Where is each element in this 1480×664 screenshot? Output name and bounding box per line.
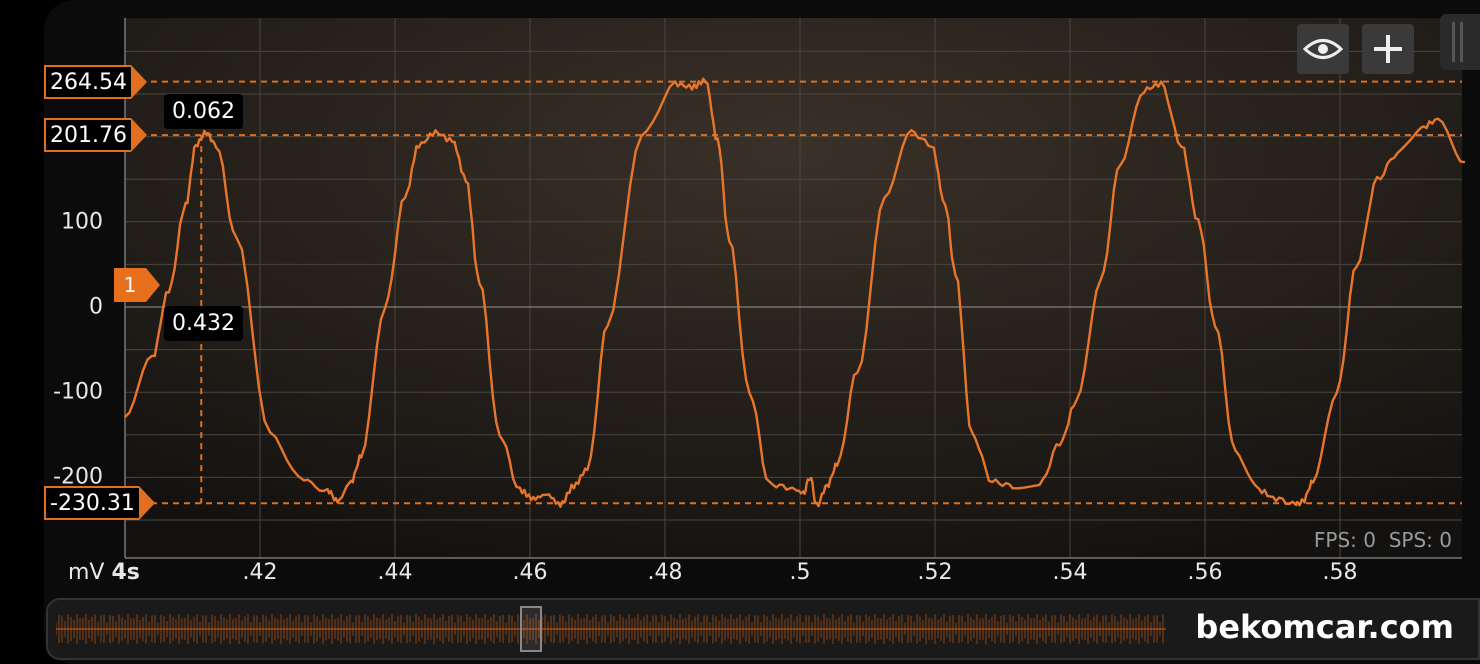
cursor-delta-readout: 0.432 bbox=[164, 306, 243, 341]
reference-level-flag[interactable]: -230.31 bbox=[44, 486, 155, 521]
x-tick-label: .5 bbox=[789, 560, 811, 585]
watermark: bekomcar.com bbox=[1195, 608, 1454, 646]
overview-window-handle[interactable] bbox=[520, 606, 542, 652]
overview-waveform bbox=[56, 614, 1166, 644]
status-readout: FPS: 0 SPS: 0 bbox=[1314, 528, 1452, 552]
fps-text: FPS: 0 bbox=[1313, 528, 1376, 552]
plus-icon bbox=[1374, 35, 1402, 63]
add-button[interactable] bbox=[1362, 24, 1414, 74]
x-tick-label: .56 bbox=[1187, 560, 1223, 585]
x-tick-label: .44 bbox=[377, 560, 413, 585]
eye-button[interactable] bbox=[1297, 24, 1349, 74]
reference-level-flag[interactable]: 264.54 bbox=[44, 64, 147, 99]
x-tick-label: .52 bbox=[917, 560, 953, 585]
y-tick-label: -100 bbox=[53, 379, 103, 405]
unit-label: mV 4s bbox=[68, 560, 140, 585]
x-tick-label: .46 bbox=[512, 560, 548, 585]
y-tick-label: 100 bbox=[61, 209, 103, 235]
eye-icon bbox=[1303, 39, 1343, 59]
x-tick-label: .42 bbox=[242, 560, 278, 585]
sps-text: SPS: 0 bbox=[1388, 528, 1452, 552]
channel-marker[interactable]: 1 bbox=[114, 268, 160, 302]
reference-level-flag[interactable]: 201.76 bbox=[44, 118, 147, 153]
x-tick-label: .54 bbox=[1052, 560, 1088, 585]
x-tick-label: .58 bbox=[1322, 560, 1358, 585]
x-tick-label: .48 bbox=[647, 560, 683, 585]
side-panel-handle[interactable] bbox=[1440, 14, 1480, 70]
y-tick-label: 0 bbox=[89, 294, 103, 320]
cursor-time-readout: 0.062 bbox=[164, 94, 243, 129]
